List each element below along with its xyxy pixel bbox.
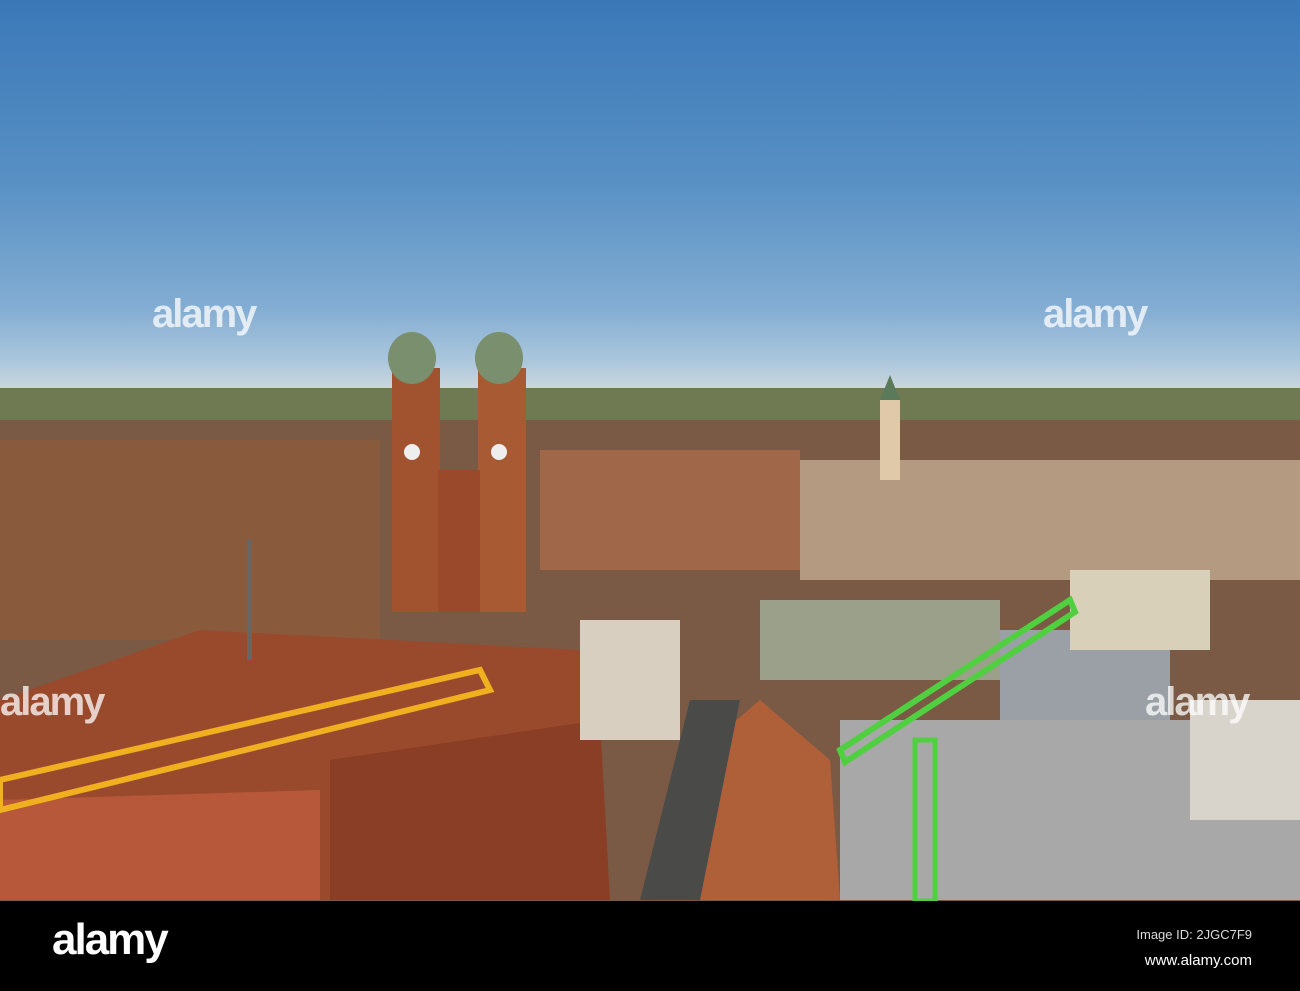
stock-photo: alamy alamy alamy alamy (0, 0, 1300, 901)
image-id: Image ID: 2JGC7F9 (1136, 927, 1252, 942)
watermark: alamy (1145, 680, 1250, 724)
maypole (247, 540, 252, 660)
watermark: alamy (0, 680, 105, 724)
watermark: alamy (1043, 292, 1148, 336)
footer-bar: alamy Image ID: 2JGC7F9 www.alamy.com (0, 901, 1300, 991)
city-scene (0, 332, 1300, 901)
frauenkirche-towers (388, 332, 526, 612)
alamy-logo[interactable]: alamy (52, 915, 169, 965)
site-url[interactable]: www.alamy.com (1145, 952, 1252, 969)
watermark: alamy (152, 292, 257, 336)
